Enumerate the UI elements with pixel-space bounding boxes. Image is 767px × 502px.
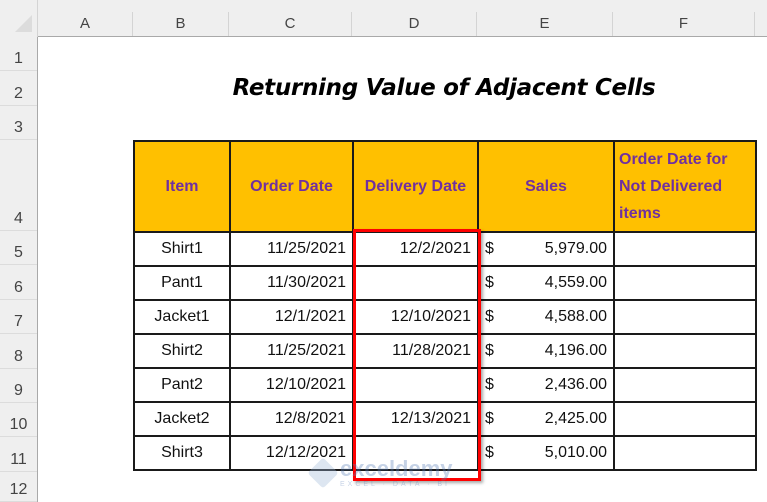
item-cell[interactable]: Pant2	[133, 367, 231, 403]
header-order-date[interactable]: Order Date	[229, 140, 354, 233]
currency-symbol: $	[485, 444, 494, 461]
currency-symbol: $	[485, 342, 494, 359]
row-header-4[interactable]: 4	[0, 140, 37, 231]
table-row: Shirt3 12/12/2021 $5,010.00	[133, 435, 757, 471]
order-date-cell[interactable]: 12/1/2021	[229, 299, 354, 335]
sales-value: 2,436.00	[544, 376, 607, 393]
currency-symbol: $	[485, 410, 494, 427]
delivery-date-cell[interactable]: 11/28/2021	[352, 333, 479, 369]
item-cell[interactable]: Pant1	[133, 265, 231, 301]
sales-cell[interactable]: $2,436.00	[477, 367, 615, 403]
header-delivery-date[interactable]: Delivery Date	[352, 140, 479, 233]
row-header-8[interactable]: 8	[0, 334, 37, 369]
order-date-cell[interactable]: 11/25/2021	[229, 333, 354, 369]
column-header-d[interactable]: D	[352, 12, 477, 36]
delivery-date-cell[interactable]: 12/2/2021	[352, 231, 479, 267]
currency-symbol: $	[485, 240, 494, 257]
header-item[interactable]: Item	[133, 140, 231, 233]
delivery-date-cell[interactable]	[352, 265, 479, 301]
row-header-11[interactable]: 11	[0, 437, 37, 472]
row-header-10[interactable]: 10	[0, 403, 37, 437]
item-cell[interactable]: Shirt1	[133, 231, 231, 267]
sales-cell[interactable]: $4,588.00	[477, 299, 615, 335]
sales-cell[interactable]: $2,425.00	[477, 401, 615, 437]
currency-symbol: $	[485, 308, 494, 325]
order-date-cell[interactable]: 11/25/2021	[229, 231, 354, 267]
table-row: Jacket1 12/1/2021 12/10/2021 $4,588.00	[133, 299, 757, 335]
row-header-6[interactable]: 6	[0, 265, 37, 300]
sales-value: 2,425.00	[544, 410, 607, 427]
column-header-e[interactable]: E	[477, 12, 613, 36]
table-row: Pant2 12/10/2021 $2,436.00	[133, 367, 757, 403]
sales-value: 5,979.00	[544, 240, 607, 257]
item-cell[interactable]: Shirt2	[133, 333, 231, 369]
result-cell[interactable]	[613, 367, 757, 403]
watermark-tagline: EXCEL · DATA · BI	[340, 481, 450, 488]
sales-value: 5,010.00	[544, 444, 607, 461]
sales-cell[interactable]: $4,196.00	[477, 333, 615, 369]
row-header-1[interactable]: 1	[0, 37, 37, 71]
column-header-b[interactable]: B	[133, 12, 229, 36]
header-not-delivered-order-date[interactable]: Order Date for Not Delivered items	[613, 140, 757, 233]
order-date-cell[interactable]: 12/10/2021	[229, 367, 354, 403]
header-sales[interactable]: Sales	[477, 140, 615, 233]
sales-value: 4,588.00	[544, 308, 607, 325]
row-header-7[interactable]: 7	[0, 300, 37, 334]
row-header-3[interactable]: 3	[0, 106, 37, 140]
data-table: Item Order Date Delivery Date Sales Orde…	[133, 140, 757, 471]
delivery-date-cell[interactable]	[352, 367, 479, 403]
order-date-cell[interactable]: 12/12/2021	[229, 435, 354, 471]
row-header-2[interactable]: 2	[0, 71, 37, 106]
order-date-cell[interactable]: 12/8/2021	[229, 401, 354, 437]
row-header-5[interactable]: 5	[0, 231, 37, 265]
sheet-title[interactable]: Returning Value of Adjacent Cells	[133, 71, 755, 106]
delivery-date-cell[interactable]: 12/13/2021	[352, 401, 479, 437]
table-row: Pant1 11/30/2021 $4,559.00	[133, 265, 757, 301]
currency-symbol: $	[485, 274, 494, 291]
result-cell[interactable]	[613, 435, 757, 471]
result-cell[interactable]	[613, 333, 757, 369]
result-cell[interactable]	[613, 299, 757, 335]
item-cell[interactable]: Jacket2	[133, 401, 231, 437]
currency-symbol: $	[485, 376, 494, 393]
result-cell[interactable]	[613, 265, 757, 301]
header-row: Item Order Date Delivery Date Sales Orde…	[133, 140, 757, 233]
sales-value: 4,196.00	[544, 342, 607, 359]
table-row: Jacket2 12/8/2021 12/13/2021 $2,425.00	[133, 401, 757, 437]
column-header-a[interactable]: A	[38, 12, 133, 36]
sales-cell[interactable]: $5,979.00	[477, 231, 615, 267]
result-cell[interactable]	[613, 231, 757, 267]
sales-value: 4,559.00	[544, 274, 607, 291]
item-cell[interactable]: Shirt3	[133, 435, 231, 471]
select-all-triangle-icon	[15, 15, 32, 32]
row-header-9[interactable]: 9	[0, 369, 37, 403]
table-row: Shirt1 11/25/2021 12/2/2021 $5,979.00	[133, 231, 757, 267]
row-header-12[interactable]: 12	[0, 472, 37, 502]
delivery-date-cell[interactable]	[352, 435, 479, 471]
sales-cell[interactable]: $4,559.00	[477, 265, 615, 301]
order-date-cell[interactable]: 11/30/2021	[229, 265, 354, 301]
result-cell[interactable]	[613, 401, 757, 437]
column-header-c[interactable]: C	[229, 12, 352, 36]
select-all-button[interactable]	[0, 0, 38, 37]
sales-cell[interactable]: $5,010.00	[477, 435, 615, 471]
item-cell[interactable]: Jacket1	[133, 299, 231, 335]
column-header-f[interactable]: F	[613, 12, 755, 36]
delivery-date-cell[interactable]: 12/10/2021	[352, 299, 479, 335]
table-row: Shirt2 11/25/2021 11/28/2021 $4,196.00	[133, 333, 757, 369]
